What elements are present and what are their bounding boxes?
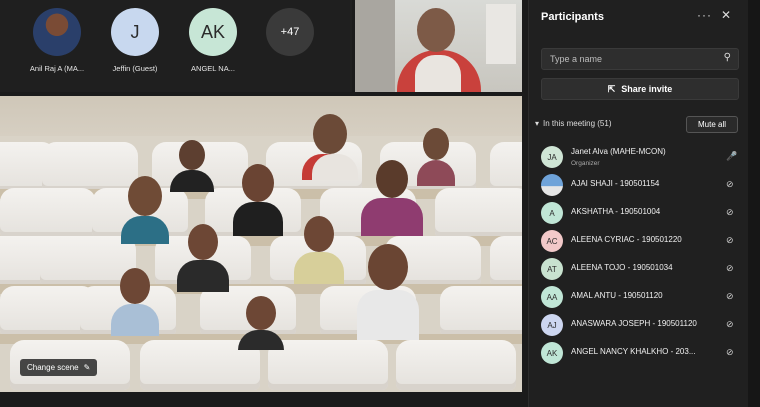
chevron-down-icon: ▾: [535, 119, 540, 128]
seat: [490, 236, 522, 286]
gallery-tile[interactable]: J Jeffin (Guest): [100, 8, 170, 73]
participant-row[interactable]: AJ ANASWARA JOSEPH - 190501120 ⊘: [529, 311, 760, 339]
avatar: A: [541, 202, 563, 224]
participant-row[interactable]: AK ANGEL NANCY KHALKHO - 203... ⊘: [529, 339, 760, 367]
attendee-video[interactable]: [356, 244, 420, 340]
avatar: [33, 8, 81, 56]
change-scene-label: Change scene: [27, 363, 79, 372]
attendee-video[interactable]: [360, 160, 424, 236]
avatar: [541, 174, 563, 196]
mic-muted-icon[interactable]: ⊘: [726, 291, 734, 302]
scrollbar[interactable]: [748, 0, 760, 407]
avatar: AK: [189, 8, 237, 56]
avatar: J: [111, 8, 159, 56]
attendee-video[interactable]: [176, 224, 230, 292]
gallery-tile[interactable]: Anil Raj A (MA...: [22, 8, 92, 73]
change-scene-button[interactable]: Change scene ✎: [20, 359, 98, 376]
avatar: AJ: [541, 314, 563, 336]
participant-name: ANGEL NANCY KHALKHO - 203...: [571, 347, 696, 356]
mic-muted-icon[interactable]: ⊘: [726, 207, 734, 218]
overflow-count: +47: [266, 8, 314, 56]
mic-muted-icon[interactable]: ⊘: [726, 179, 734, 190]
panel-title: Participants: [541, 11, 604, 23]
gallery-name: Anil Raj A (MA...: [29, 64, 85, 73]
attendee-video[interactable]: [120, 176, 170, 244]
mic-icon[interactable]: 🎤: [726, 151, 737, 162]
participant-row[interactable]: AA AMAL ANTU - 190501120 ⊘: [529, 283, 760, 311]
participant-role: Organizer: [571, 160, 600, 167]
more-participants-button[interactable]: +47: [255, 8, 325, 56]
seat: [396, 340, 516, 390]
share-invite-label: Share invite: [621, 84, 673, 94]
participant-row[interactable]: JA Janet Alva (MAHE-MCON) Organizer 🎤: [529, 143, 760, 171]
mic-muted-icon[interactable]: ⊘: [726, 347, 734, 358]
participant-name: Janet Alva (MAHE-MCON): [571, 147, 666, 156]
more-options-icon[interactable]: ···: [697, 8, 712, 22]
avatar: AC: [541, 230, 563, 252]
bottom-bar: [0, 392, 530, 407]
seat: [440, 286, 522, 336]
seat: [490, 142, 522, 192]
close-icon[interactable]: ✕: [721, 8, 731, 22]
avatar: JA: [541, 146, 563, 168]
in-meeting-section-toggle[interactable]: ▾ In this meeting (51): [535, 119, 612, 128]
attendee-video[interactable]: [110, 268, 160, 336]
participant-name: AKSHATHA - 190501004: [571, 207, 661, 216]
avatar: AA: [541, 286, 563, 308]
mic-muted-icon[interactable]: ⊘: [726, 263, 734, 274]
participant-name: ALEENA CYRIAC - 190501220: [571, 235, 682, 244]
attendee-video[interactable]: [232, 164, 284, 236]
gallery-tile[interactable]: AK ANGEL NA...: [178, 8, 248, 73]
gallery-strip: Anil Raj A (MA... J Jeffin (Guest) AK AN…: [0, 0, 352, 92]
search-icon[interactable]: ⚲: [724, 52, 731, 63]
participant-row[interactable]: AT ALEENA TOJO - 190501034 ⊘: [529, 255, 760, 283]
gallery-name: Jeffin (Guest): [112, 64, 158, 73]
gallery-name: ANGEL NA...: [191, 64, 235, 73]
participant-row[interactable]: A AKSHATHA - 190501004 ⊘: [529, 199, 760, 227]
participant-row[interactable]: AJAI SHAJI - 190501154 ⊘: [529, 171, 760, 199]
search-input[interactable]: [550, 54, 710, 64]
participant-name: ALEENA TOJO - 190501034: [571, 263, 673, 272]
share-icon: ⇱: [607, 83, 616, 94]
participant-row[interactable]: AC ALEENA CYRIAC - 190501220 ⊘: [529, 227, 760, 255]
attendee-video[interactable]: [300, 114, 360, 180]
seat: [0, 188, 96, 238]
together-mode-stage: Change scene ✎: [0, 96, 522, 392]
participant-name: AMAL ANTU - 190501120: [571, 291, 663, 300]
participant-list: JA Janet Alva (MAHE-MCON) Organizer 🎤 AJ…: [529, 143, 760, 367]
attendee-video[interactable]: [170, 140, 214, 192]
mic-muted-icon[interactable]: ⊘: [726, 235, 734, 246]
mute-all-button[interactable]: Mute all: [686, 116, 738, 133]
participant-name: ANASWARA JOSEPH - 190501120: [571, 319, 697, 328]
mic-muted-icon[interactable]: ⊘: [726, 319, 734, 330]
attendee-video[interactable]: [294, 216, 344, 284]
seat: [268, 340, 388, 390]
avatar: AT: [541, 258, 563, 280]
attendee-video[interactable]: [236, 296, 286, 350]
pencil-icon: ✎: [83, 363, 91, 372]
presenter-video[interactable]: [355, 0, 522, 92]
participants-panel: Participants ··· ✕ ⚲ ⇱ Share invite ▾ In…: [528, 0, 760, 407]
search-box[interactable]: ⚲: [541, 48, 739, 70]
section-label: In this meeting (51): [543, 119, 612, 128]
share-invite-button[interactable]: ⇱ Share invite: [541, 78, 739, 100]
seat: [435, 188, 522, 238]
avatar: AK: [541, 342, 563, 364]
participant-name: AJAI SHAJI - 190501154: [571, 179, 660, 188]
